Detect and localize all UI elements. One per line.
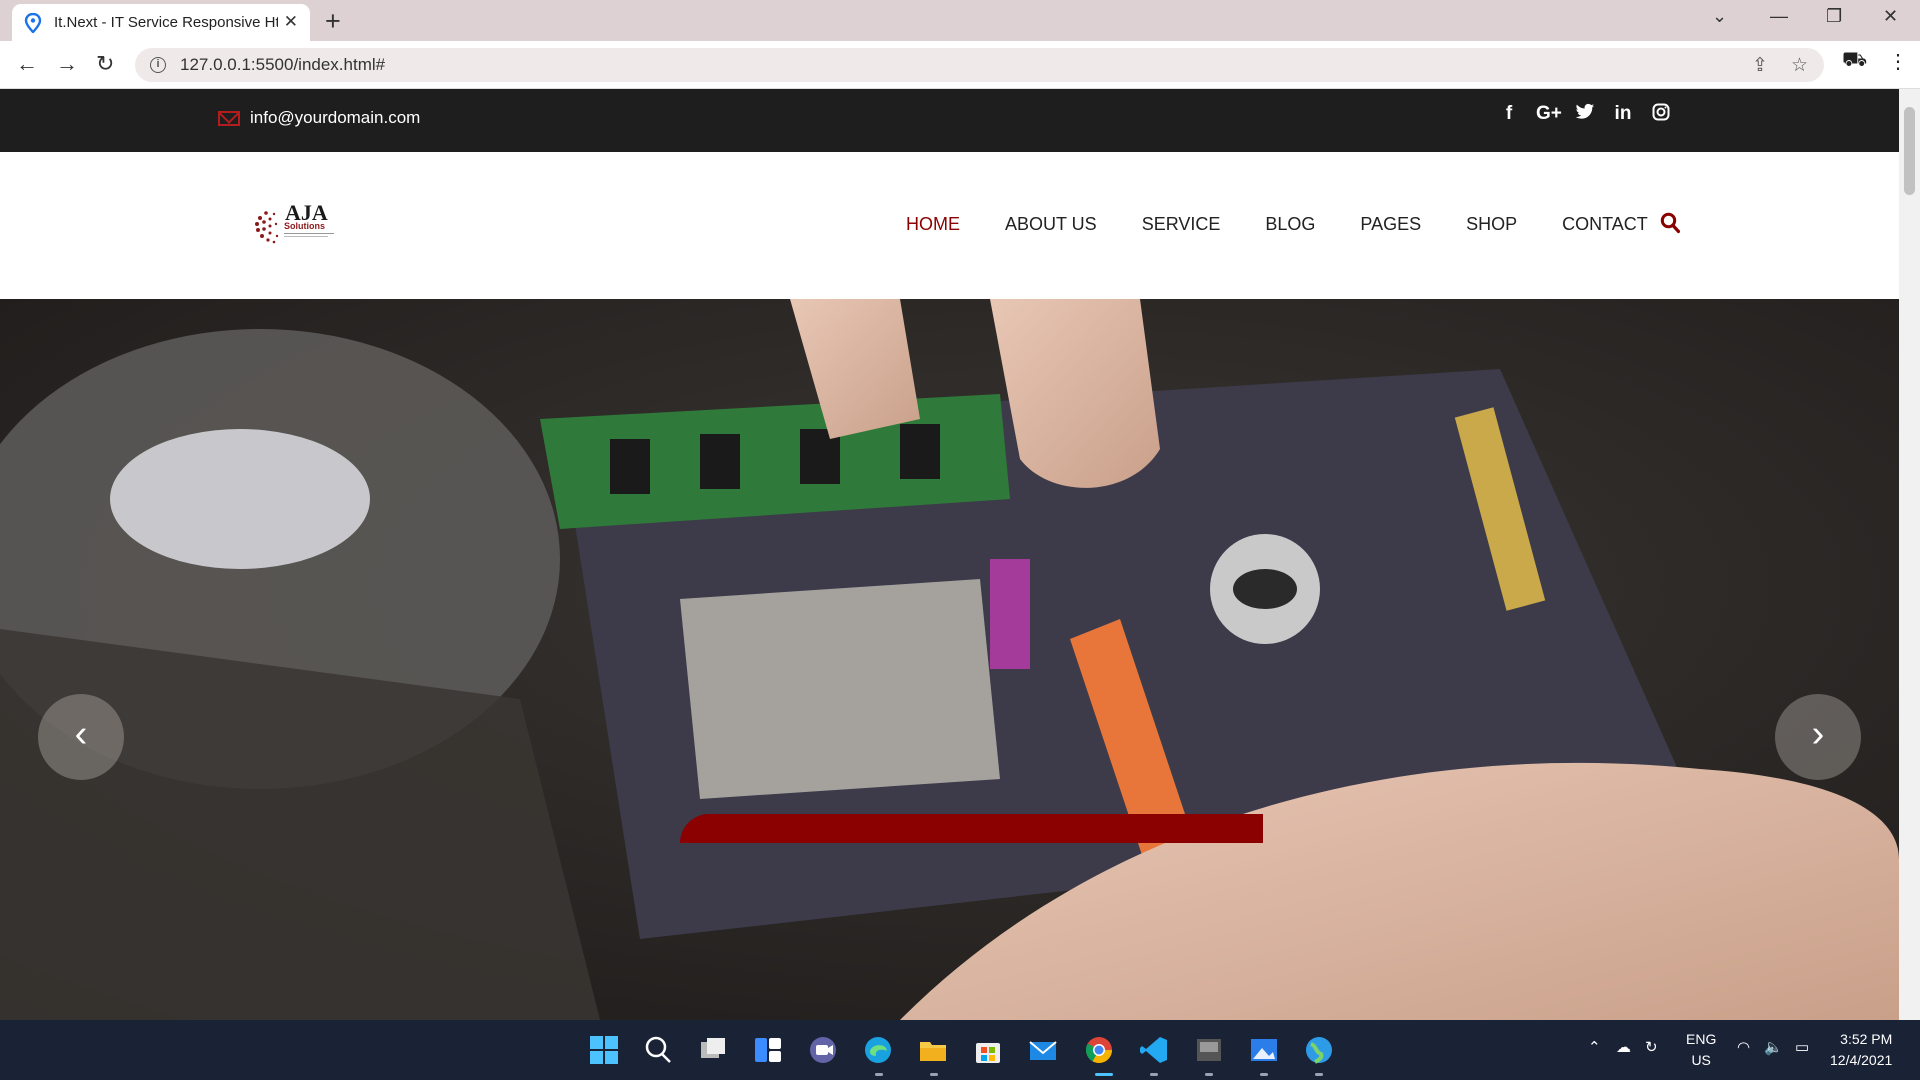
google-plus-icon[interactable]: G+ <box>1536 103 1562 127</box>
nav-blog[interactable]: BLOG <box>1265 214 1315 235</box>
mail-app-icon[interactable] <box>1027 1034 1059 1066</box>
back-icon[interactable]: ← <box>16 51 38 77</box>
running-indicator <box>1205 1073 1213 1076</box>
lang-line1: ENG <box>1686 1031 1717 1047</box>
twitter-icon[interactable] <box>1574 103 1596 127</box>
nav-service[interactable]: SERVICE <box>1142 214 1221 235</box>
logo-subtext: Solutions <box>284 221 325 231</box>
widgets-icon[interactable] <box>752 1034 784 1066</box>
hero-slider: ‹ › <box>0 299 1899 1020</box>
edge-browser-icon[interactable] <box>862 1034 894 1066</box>
search-taskbar-icon[interactable] <box>642 1034 674 1066</box>
slider-next-button[interactable]: › <box>1775 694 1861 780</box>
tab-search-chevron-icon[interactable]: ⌄ <box>1712 6 1727 27</box>
new-tab-icon[interactable]: + <box>325 6 341 37</box>
battery-icon[interactable]: ▭ <box>1795 1038 1809 1056</box>
teams-chat-icon[interactable] <box>807 1034 839 1066</box>
browser-toolbar: ← → ↻ i 127.0.0.1:5500/index.html# ⇪ ☆ ⛟… <box>0 41 1920 89</box>
site-info-icon[interactable]: i <box>150 57 166 73</box>
profile-icon[interactable]: ⛟ <box>1842 49 1867 74</box>
slider-prev-button[interactable]: ‹ <box>38 694 124 780</box>
restore-icon[interactable]: ❐ <box>1826 6 1842 27</box>
minimize-icon[interactable]: — <box>1770 6 1788 27</box>
onedrive-cloud-icon[interactable]: ☁ <box>1616 1038 1631 1056</box>
url-text[interactable]: 127.0.0.1:5500/index.html# <box>180 55 385 75</box>
share-icon[interactable]: ⇪ <box>1752 54 1768 77</box>
social-links: f G+ in <box>1498 103 1672 127</box>
clock-date: 12/4/2021 <box>1830 1052 1893 1068</box>
page-scrollbar[interactable] <box>1899 89 1920 1020</box>
menu-dots-icon[interactable]: ⋮ <box>1888 49 1908 74</box>
volume-icon[interactable]: 🔈 <box>1764 1038 1783 1056</box>
browser-tab-active[interactable]: It.Next - IT Service Responsive Ht ✕ <box>12 4 310 41</box>
windows-start-icon[interactable] <box>588 1034 620 1066</box>
site-header: AJA Solutions HOME ABOUT US SERVICE BLOG… <box>0 152 1899 299</box>
file-explorer-icon[interactable] <box>917 1034 949 1066</box>
aja-solutions-logo[interactable]: AJA Solutions <box>252 196 352 256</box>
clock-time: 3:52 PM <box>1840 1031 1893 1047</box>
close-window-icon[interactable]: ✕ <box>1883 6 1898 27</box>
contact-email[interactable]: info@yourdomain.com <box>218 108 420 128</box>
facebook-icon[interactable]: f <box>1498 103 1520 127</box>
forward-icon[interactable]: → <box>56 51 78 77</box>
nav-home[interactable]: HOME <box>906 214 960 235</box>
linkedin-icon[interactable]: in <box>1612 103 1634 127</box>
system-clock[interactable]: 3:52 PM 12/4/2021 <box>1830 1029 1892 1071</box>
main-nav: HOME ABOUT US SERVICE BLOG PAGES SHOP CO… <box>906 214 1693 235</box>
photos-icon[interactable] <box>1248 1034 1280 1066</box>
app-icon[interactable] <box>1193 1034 1225 1066</box>
sync-icon[interactable]: ↻ <box>1645 1038 1658 1056</box>
nav-about-us[interactable]: ABOUT US <box>1005 214 1097 235</box>
location-pin-icon <box>24 12 42 33</box>
search-icon[interactable] <box>1660 212 1680 234</box>
browser-tabstrip: It.Next - IT Service Responsive Ht ✕ + ⌄… <box>0 0 1920 41</box>
bookmark-star-icon[interactable]: ☆ <box>1791 54 1808 77</box>
running-indicator <box>930 1073 938 1076</box>
site-topbar: info@yourdomain.com f G+ in <box>0 89 1899 152</box>
vscode-icon[interactable] <box>1138 1034 1170 1066</box>
microsoft-store-icon[interactable] <box>972 1034 1004 1066</box>
windows-taskbar: ⌃ ☁ ↻ ENG US ◠ 🔈 ▭ 3:52 PM 12/4/2021 <box>0 1020 1920 1080</box>
running-indicator <box>1260 1073 1268 1076</box>
hero-accent-bar <box>680 814 1263 843</box>
wifi-icon[interactable]: ◠ <box>1737 1038 1750 1056</box>
email-text[interactable]: info@yourdomain.com <box>250 108 420 128</box>
running-indicator <box>875 1073 883 1076</box>
hero-motherboard-image <box>0 299 1899 1020</box>
instagram-icon[interactable] <box>1650 103 1672 127</box>
running-indicator <box>1315 1073 1323 1076</box>
nav-contact[interactable]: CONTACT <box>1562 214 1648 235</box>
tab-title: It.Next - IT Service Responsive Ht <box>54 14 278 31</box>
scrollbar-thumb[interactable] <box>1904 107 1915 195</box>
show-hidden-icons-chevron-icon[interactable]: ⌃ <box>1588 1038 1601 1056</box>
globe-app-icon[interactable] <box>1303 1034 1335 1066</box>
chrome-icon[interactable] <box>1083 1034 1115 1066</box>
active-app-indicator <box>1095 1073 1113 1076</box>
task-view-icon[interactable] <box>697 1034 729 1066</box>
address-bar[interactable]: i 127.0.0.1:5500/index.html# ⇪ ☆ <box>135 48 1824 82</box>
nav-shop[interactable]: SHOP <box>1466 214 1517 235</box>
reload-icon[interactable]: ↻ <box>96 51 114 77</box>
nav-pages[interactable]: PAGES <box>1360 214 1421 235</box>
running-indicator <box>1150 1073 1158 1076</box>
language-indicator[interactable]: ENG US <box>1686 1029 1716 1071</box>
mail-icon <box>218 110 240 126</box>
lang-line2: US <box>1691 1052 1711 1068</box>
close-tab-icon[interactable]: ✕ <box>284 12 298 32</box>
